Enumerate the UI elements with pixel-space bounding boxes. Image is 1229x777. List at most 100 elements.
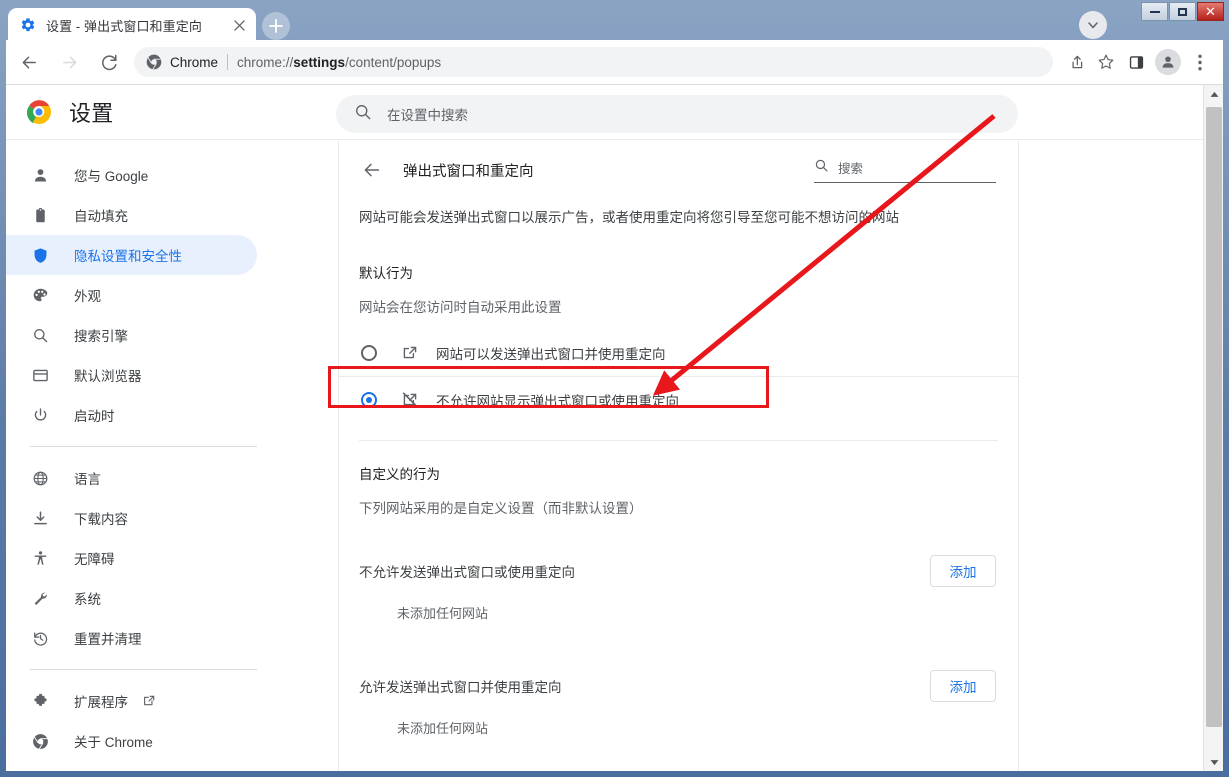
search-icon [30,325,50,345]
radio-button-unselected[interactable] [361,345,377,361]
exception-group-block: 不允许发送弹出式窗口或使用重定向 添加 [339,543,1018,599]
sidebar-item-system[interactable]: 系统 [6,578,257,618]
popup-description: 网站可能会发送弹出式窗口以展示广告，或者使用重定向将您引导至您可能不想访问的网站 [359,210,899,225]
sidebar-label: 隐私设置和安全性 [74,249,182,264]
tab-strip: 设置 - 弹出式窗口和重定向 ✕ [0,0,1229,42]
close-window-button[interactable]: ✕ [1197,2,1224,21]
sidebar-item-on-startup[interactable]: 启动时 [6,395,257,435]
sidebar-item-reset-and-cleanup[interactable]: 重置并清理 [6,618,257,658]
url-emphasis: settings [293,54,346,70]
sidebar-item-extensions[interactable]: 扩展程序 [6,681,257,721]
settings-page: 设置 在设置中搜索 您与 Google 自动填充 隐私设置和安全性 外观 搜索引… [6,85,1223,771]
sidebar-divider [30,446,257,447]
subpage-search-placeholder: 搜索 [838,162,864,176]
sidebar-divider [30,669,257,670]
browser-window-icon [30,365,50,385]
radio-option-label: 网站可以发送弹出式窗口并使用重定向 [436,347,666,362]
search-icon [814,158,829,178]
omnibox-url: chrome://settings/content/popups [237,55,441,70]
page-title: 设置 [69,101,114,126]
custom-behavior-heading: 自定义的行为 [359,467,440,482]
three-dot-menu-icon[interactable] [1185,47,1215,77]
sidebar-item-accessibility[interactable]: 无障碍 [6,538,257,578]
settings-top-bar: 设置 在设置中搜索 [6,85,1203,140]
sidebar-label: 关于 Chrome [74,735,153,750]
add-allowed-site-button[interactable]: 添加 [930,670,996,702]
omnibox-separator [227,54,229,70]
share-icon[interactable] [1061,47,1091,77]
maximize-button[interactable] [1169,2,1196,21]
forward-navigation-icon[interactable] [52,45,86,79]
sidebar-label: 重置并清理 [74,632,142,647]
chrome-logo-icon [26,99,52,125]
page-scrollbar[interactable] [1203,85,1223,771]
window-controls: ✕ [1141,2,1224,21]
default-behavior-subtext: 网站会在您访问时自动采用此设置 [359,300,562,315]
radio-option-allow-popups[interactable]: 网站可以发送弹出式窗口并使用重定向 [339,330,1018,376]
scroll-up-arrow-icon[interactable] [1204,85,1223,103]
address-bar[interactable]: Chrome chrome://settings/content/popups [134,47,1053,77]
puzzle-icon [30,691,50,711]
empty-state-blocked: 未添加任何网站 [397,606,489,621]
subpage-header: 弹出式窗口和重定向 搜索 [339,141,1018,199]
palette-icon [30,285,50,305]
url-suffix: /content/popups [345,54,442,70]
chrome-icon [30,731,50,751]
shield-icon [30,245,50,265]
browser-window: 设置 - 弹出式窗口和重定向 ✕ Chrome chrome://setting… [0,0,1229,777]
tab-title: 设置 - 弹出式窗口和重定向 [46,18,202,34]
sidebar-label: 外观 [74,289,101,304]
radio-button-selected[interactable] [361,391,377,408]
history-restore-icon [30,628,50,648]
sidebar-item-you-and-google[interactable]: 您与 Google [6,155,257,195]
omnibox-site-label: Chrome [170,54,219,70]
search-icon [354,103,372,126]
back-arrow-icon[interactable] [359,157,385,183]
settings-gear-icon [20,17,36,33]
sidebar-item-languages[interactable]: 语言 [6,458,257,498]
close-tab-icon[interactable] [228,14,250,36]
subpage-search-input[interactable]: 搜索 [814,153,996,183]
exception-group-label: 不允许发送弹出式窗口或使用重定向 [359,565,575,580]
sidebar-item-default-browser[interactable]: 默认浏览器 [6,355,257,395]
profile-avatar-icon[interactable] [1153,47,1183,77]
sidebar-label: 无障碍 [74,552,115,567]
open-in-new-icon [401,344,419,362]
back-navigation-icon[interactable] [12,45,46,79]
add-blocked-site-button[interactable]: 添加 [930,555,996,587]
person-icon [30,165,50,185]
sidebar-item-autofill[interactable]: 自动填充 [6,195,257,235]
sidebar-item-search-engine[interactable]: 搜索引擎 [6,315,257,355]
browser-tab[interactable]: 设置 - 弹出式窗口和重定向 [8,8,256,42]
scroll-down-arrow-icon[interactable] [1204,753,1223,771]
sidebar-item-privacy-and-security[interactable]: 隐私设置和安全性 [6,235,257,275]
sidebar-label: 扩展程序 [74,695,128,710]
browser-toolbar: Chrome chrome://settings/content/popups [6,40,1223,85]
tab-search-chevron-down-icon[interactable] [1079,11,1107,39]
accessibility-icon [30,548,50,568]
new-tab-button[interactable] [262,12,290,40]
settings-search-input[interactable]: 在设置中搜索 [336,95,1018,133]
side-panel-icon[interactable] [1121,47,1151,77]
star-icon[interactable] [1091,47,1121,77]
external-link-icon [142,694,156,708]
sidebar-label: 下载内容 [74,512,128,527]
download-icon [30,508,50,528]
power-icon [30,405,50,425]
sidebar-item-appearance[interactable]: 外观 [6,275,257,315]
reload-icon[interactable] [92,45,126,79]
sidebar-label: 启动时 [74,409,115,424]
settings-sidebar: 您与 Google 自动填充 隐私设置和安全性 外观 搜索引擎 默认浏览器 启动… [6,141,332,771]
avatar [1155,49,1181,75]
globe-icon [30,468,50,488]
radio-option-block-popups[interactable]: 不允许网站显示弹出式窗口或使用重定向 [339,376,1018,422]
url-prefix: chrome:// [237,54,294,70]
sidebar-item-about-chrome[interactable]: 关于 Chrome [6,721,257,761]
radio-option-label: 不允许网站显示弹出式窗口或使用重定向 [436,393,679,409]
scrollbar-thumb[interactable] [1206,107,1222,727]
sidebar-label: 系统 [74,592,101,607]
sidebar-item-downloads[interactable]: 下载内容 [6,498,257,538]
page-right-gutter [1019,141,1203,771]
minimize-button[interactable] [1141,2,1168,21]
settings-content-card: 弹出式窗口和重定向 搜索 网站可能会发送弹出式窗口以展示广告，或者使用重定向将您… [338,141,1019,771]
